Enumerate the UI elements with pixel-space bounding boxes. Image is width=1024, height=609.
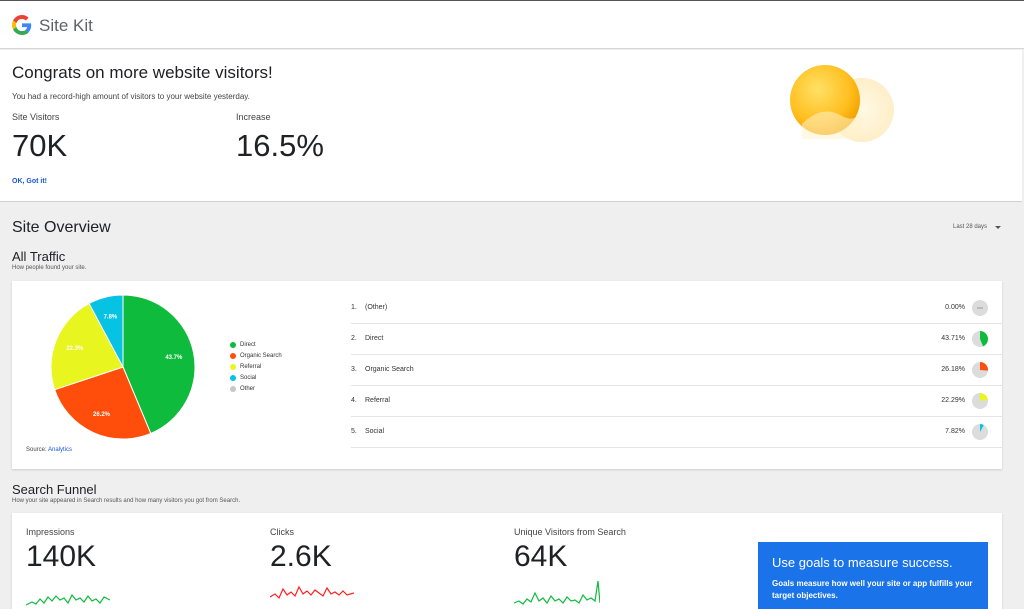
row-channel: Referral [365, 397, 390, 404]
impressions-value: 140K [26, 540, 97, 573]
legend-label: Other [240, 385, 256, 392]
goals-title: Use goals to measure success. [772, 555, 953, 570]
legend-dot [230, 374, 236, 381]
legend-item: Referral [230, 361, 282, 372]
mini-pie-slice [980, 362, 988, 371]
row-mini-pie [972, 393, 988, 409]
site-overview-title: Site Overview [12, 219, 111, 236]
congrats-banner: Congrats on more website visitors! You h… [0, 50, 1022, 202]
clicks-sparkline [270, 585, 354, 600]
source-prefix: Source: [26, 447, 47, 453]
traffic-table-row: 1. (Other) 0.00% [351, 293, 1003, 324]
legend-item: Direct [230, 339, 282, 350]
clicks-value: 2.6K [270, 540, 332, 573]
unique-visitors-sparkline [514, 580, 600, 605]
goals-promo-card[interactable]: Use goals to measure success. Goals meas… [758, 542, 988, 609]
pie-data-label: 7.8% [104, 315, 118, 321]
row-percent: 26.18% [941, 366, 965, 373]
row-mini-pie [972, 331, 988, 347]
row-percent: 7.82% [945, 428, 965, 435]
legend-item: Social [230, 372, 282, 383]
row-rank: 1. [351, 304, 357, 311]
traffic-table-row: 5. Social 7.82% [351, 417, 1003, 448]
top-bar: Site Kit [0, 0, 1024, 49]
increase-value: 16.5% [236, 128, 324, 163]
legend-label: Social [240, 374, 257, 381]
legend-dot [230, 352, 236, 359]
traffic-table-row: 2. Direct 43.71% [351, 324, 1003, 355]
pie-data-label: 22.3% [66, 346, 84, 352]
row-mini-pie [972, 300, 988, 316]
legend-label: Organic Search [240, 352, 282, 359]
row-channel: (Other) [365, 304, 388, 311]
pie-legend: Direct Organic Search Referral Social Ot… [230, 339, 282, 394]
site-visitors-label: Site Visitors [12, 112, 60, 122]
all-traffic-title: All Traffic [12, 249, 66, 264]
source-note: Source: Analytics [26, 447, 72, 453]
analytics-source-link[interactable]: Analytics [48, 447, 72, 453]
ok-got-it-link[interactable]: OK, Got it! [12, 178, 47, 185]
row-mini-pie [972, 362, 988, 378]
legend-label: Direct [240, 341, 256, 348]
mini-pie-dash [977, 307, 983, 309]
goals-text: Goals measure how well your site or app … [772, 579, 973, 600]
chevron-down-icon[interactable] [995, 226, 1001, 229]
date-range-select[interactable]: Last 28 days [953, 224, 987, 230]
increase-label: Increase [236, 112, 271, 122]
site-visitors-value: 70K [12, 128, 68, 163]
impressions-sparkline [26, 593, 110, 606]
row-rank: 3. [351, 366, 357, 373]
all-traffic-card: 43.7% 26.2% 22.3% 7.8% Direct Organic Searc… [12, 281, 1003, 469]
pie-data-label: 26.2% [93, 412, 111, 418]
row-mini-pie [972, 424, 988, 440]
banner-subtitle: You had a record-high amount of visitors… [12, 92, 250, 101]
row-channel: Social [365, 428, 385, 435]
legend-label: Referral [240, 363, 262, 370]
clicks-label: Clicks [270, 527, 294, 537]
row-percent: 22.29% [941, 397, 965, 404]
traffic-table-row: 4. Referral 22.29% [351, 386, 1003, 417]
row-percent: 43.71% [941, 335, 965, 342]
traffic-pie-chart: 43.7% 26.2% 22.3% 7.8% [50, 294, 196, 440]
legend-dot [230, 341, 236, 348]
banner-title: Congrats on more website visitors! [12, 63, 273, 82]
search-funnel-title: Search Funnel [12, 482, 97, 497]
unique-visitors-label: Unique Visitors from Search [514, 527, 626, 537]
all-traffic-description: How people found your site. [12, 265, 87, 271]
traffic-table-row: 3. Organic Search 26.18% [351, 355, 1003, 386]
impressions-label: Impressions [26, 527, 75, 537]
legend-dot [230, 363, 236, 370]
legend-item: Organic Search [230, 350, 282, 361]
legend-dot [230, 385, 236, 392]
row-percent: 0.00% [945, 304, 965, 311]
pie-data-label: 43.7% [165, 355, 183, 361]
legend-item: Other [230, 383, 282, 394]
row-rank: 4. [351, 397, 357, 404]
row-rank: 5. [351, 428, 357, 435]
google-g-icon [12, 15, 32, 35]
mini-pie-slice [980, 393, 988, 401]
row-rank: 2. [351, 335, 357, 342]
row-channel: Organic Search [365, 366, 414, 373]
app-title: Site Kit [39, 16, 93, 35]
unique-visitors-value: 64K [514, 540, 568, 573]
row-channel: Direct [365, 335, 384, 342]
search-funnel-description: How your site appeared in Search results… [12, 498, 241, 504]
sun-illustration [790, 65, 894, 142]
